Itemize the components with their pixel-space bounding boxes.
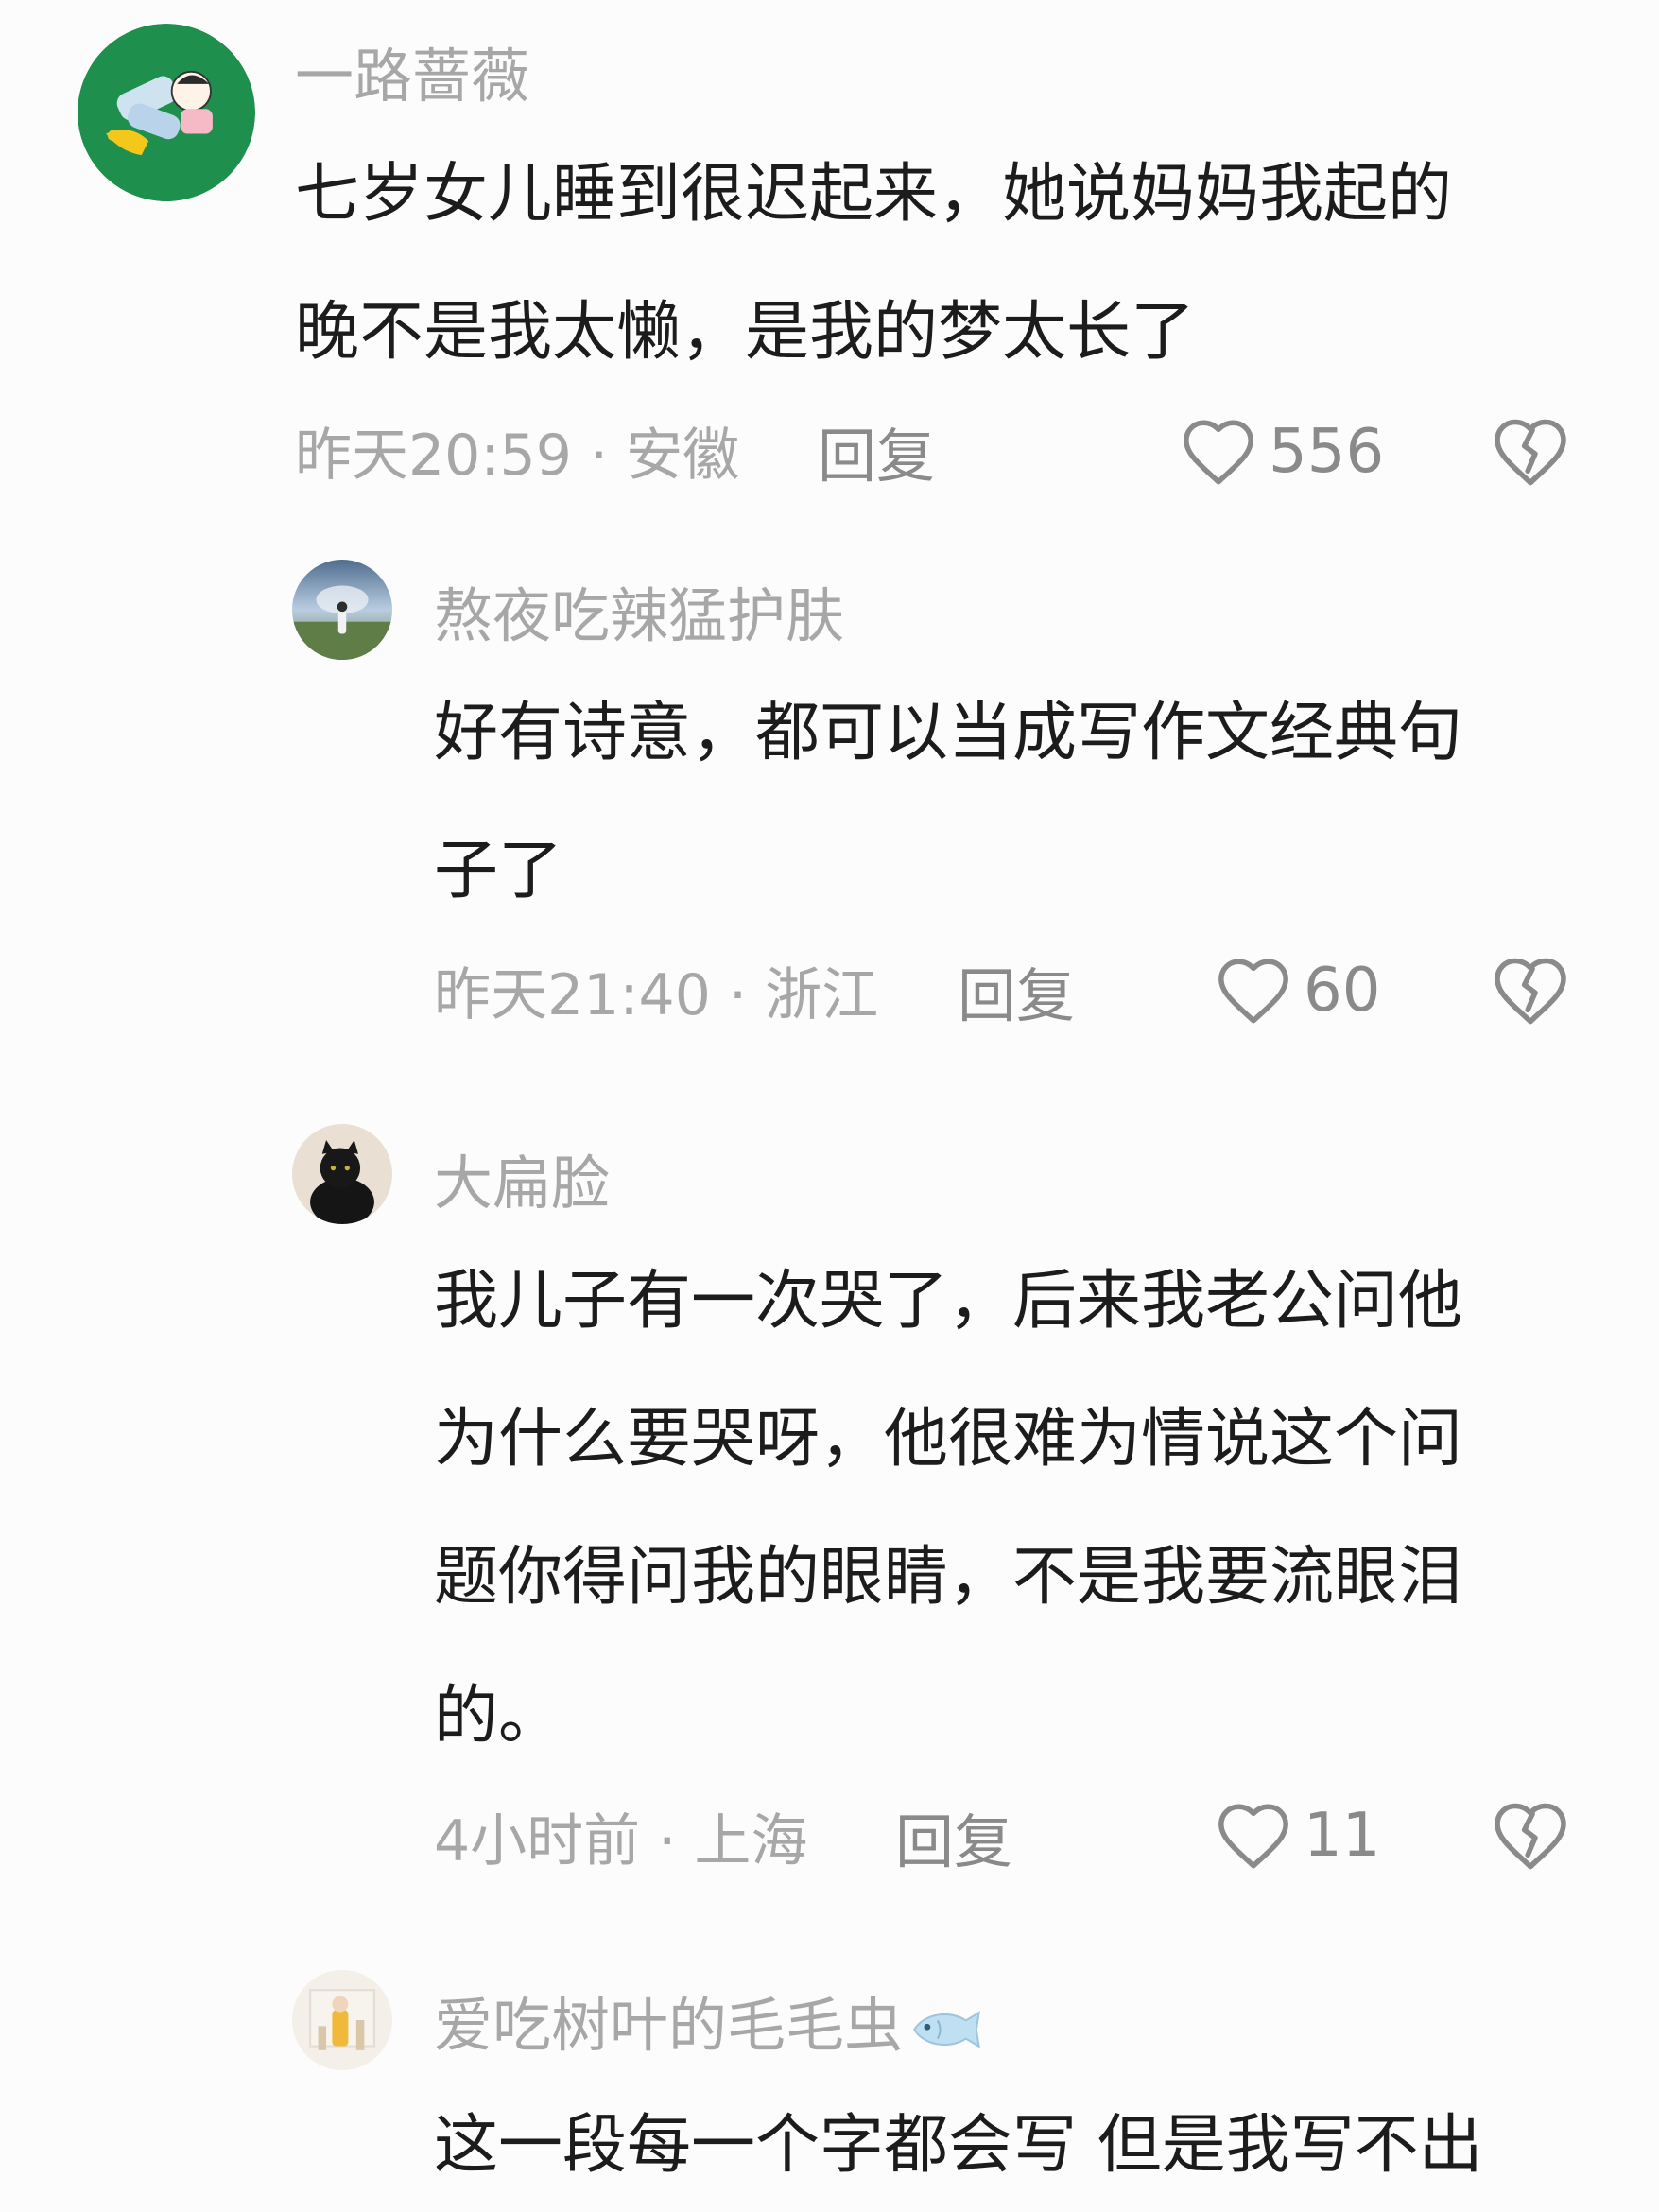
- like-button[interactable]: 60: [1215, 955, 1380, 1027]
- dislike-button[interactable]: [1491, 951, 1570, 1030]
- comment-text-line: 题你得问我的眼睛，不是我要流眼泪: [434, 1540, 1463, 1615]
- username[interactable]: 大扁脸: [434, 1154, 610, 1213]
- heart-outline-icon: [1218, 1804, 1288, 1869]
- avatar[interactable]: [78, 24, 255, 201]
- avatar[interactable]: [292, 1970, 392, 2070]
- broken-heart-icon: [1495, 958, 1566, 1025]
- comment-list: 一路蔷薇 七岁女儿睡到很迟起来，她说妈妈我起的 晚不是我太懒，是我的梦太长了 昨…: [0, 0, 1659, 2212]
- comment-text-line: 这一段每一个字都会写 但是我写不出: [434, 2108, 1483, 2183]
- dislike-button[interactable]: [1491, 412, 1570, 492]
- comment-meta: 昨天20:59 · 安徽: [295, 423, 740, 489]
- comment-text-line: 的。: [434, 1679, 563, 1754]
- broken-heart-icon: [1495, 1803, 1566, 1870]
- broken-heart-icon: [1495, 419, 1566, 486]
- like-count: 11: [1304, 1801, 1381, 1871]
- avatar[interactable]: [292, 1124, 392, 1224]
- reply-button[interactable]: 回复: [958, 967, 1075, 1026]
- dislike-button[interactable]: [1491, 1796, 1570, 1875]
- avatar[interactable]: [292, 560, 392, 660]
- like-button[interactable]: 556: [1180, 416, 1384, 488]
- comment-text-line: 七岁女儿睡到很迟起来，她说妈妈我起的: [295, 157, 1453, 232]
- like-count: 556: [1269, 417, 1385, 487]
- fish-emoji-icon: [913, 2011, 980, 2048]
- comment-text-line: 子了: [434, 834, 563, 908]
- like-count: 60: [1304, 956, 1381, 1026]
- reply-button[interactable]: 回复: [818, 427, 935, 486]
- comment-meta: 4小时前 · 上海: [434, 1808, 808, 1875]
- reply-button[interactable]: 回复: [895, 1813, 1012, 1872]
- comment-text-line: 我儿子有一次哭了，后来我老公问他: [434, 1264, 1463, 1339]
- like-button[interactable]: 11: [1215, 1800, 1380, 1872]
- username[interactable]: 熬夜吃辣猛护肤: [434, 587, 844, 646]
- comment-text-line: 为什么要哭呀，他很难为情说这个问: [434, 1402, 1463, 1477]
- username[interactable]: 爱吃树叶的毛毛虫: [434, 1996, 984, 2055]
- heart-outline-icon: [1218, 959, 1288, 1024]
- username-text: 爱吃树叶的毛毛虫: [434, 1991, 904, 2060]
- username[interactable]: 一路蔷薇: [295, 47, 529, 106]
- comment-text-line: 好有诗意，都可以当成写作文经典句: [434, 696, 1463, 770]
- comment-meta: 昨天21:40 · 浙江: [434, 962, 879, 1028]
- comment-text-line: 晚不是我太懒，是我的梦太长了: [295, 295, 1196, 370]
- heart-outline-icon: [1184, 420, 1253, 485]
